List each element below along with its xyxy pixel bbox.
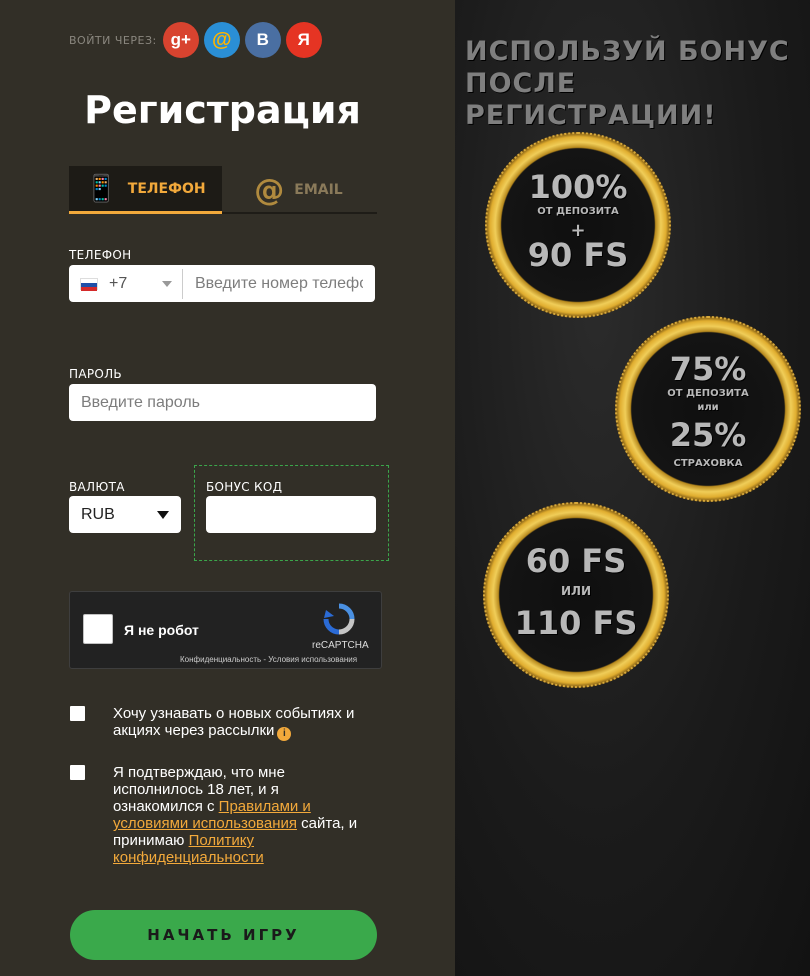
coin-2-line-1: 75% xyxy=(669,350,747,388)
currency-label: ВАЛЮТА xyxy=(69,480,125,494)
password-label: ПАРОЛЬ xyxy=(69,367,122,381)
age-confirm-checkbox[interactable] xyxy=(70,765,85,780)
recaptcha-logo-icon xyxy=(323,603,355,635)
info-icon[interactable]: i xyxy=(277,726,292,741)
bonus-coin-2: 75% ОТ ДЕПОЗИТА или 25% СТРАХОВКА xyxy=(615,316,801,502)
social-login: ВОЙТИ ЧЕРЕЗ: g+ @ В Я xyxy=(69,22,327,58)
recaptcha-brand: reCAPTCHA xyxy=(312,640,369,651)
page-title: Регистрация xyxy=(84,88,361,132)
mail-ru-icon[interactable]: @ xyxy=(203,22,240,58)
registration-tabs: 📱 ТЕЛЕФОН @ EMAIL xyxy=(69,166,377,214)
coin-2-line-3: или xyxy=(697,402,719,413)
coin-1-line-4: 90 FS xyxy=(527,236,629,274)
bonus-code-field xyxy=(206,496,376,533)
coin-2-line-4: 25% xyxy=(669,416,747,454)
coin-3-line-3: 110 FS xyxy=(514,604,638,642)
currency-select[interactable]: RUB xyxy=(69,496,181,533)
tab-email[interactable]: @ EMAIL xyxy=(222,166,375,214)
chevron-down-icon[interactable] xyxy=(162,280,172,287)
currency-value: RUB xyxy=(81,505,115,523)
newsletter-label: Хочу узнавать о новых событиях и акциях … xyxy=(113,705,355,739)
yandex-icon[interactable]: Я xyxy=(285,22,322,58)
newsletter-checkbox[interactable] xyxy=(70,706,85,721)
age-confirm-text: Я подтверждаю, что мне исполнилось 18 ле… xyxy=(113,764,363,866)
bonus-promo-panel: ИСПОЛЬЗУЙ БОНУС ПОСЛЕ РЕГИСТРАЦИИ! 100% … xyxy=(455,0,810,976)
registration-panel: ВОЙТИ ЧЕРЕЗ: g+ @ В Я Регистрация 📱 ТЕЛЕ… xyxy=(0,0,455,976)
vk-icon[interactable]: В xyxy=(244,22,281,58)
country-code[interactable]: +7 xyxy=(109,275,151,293)
password-field xyxy=(69,384,376,421)
recaptcha-links[interactable]: Конфиденциальность - Условия использован… xyxy=(180,655,357,664)
recaptcha-widget: Я не робот reCAPTCHA Конфиденциальность … xyxy=(69,591,382,669)
coin-1-line-2: ОТ ДЕПОЗИТА xyxy=(537,206,619,217)
phone-label: ТЕЛЕФОН xyxy=(69,248,132,262)
phone-field: +7 xyxy=(69,265,375,302)
start-game-button[interactable]: НАЧАТЬ ИГРУ xyxy=(70,910,377,960)
recaptcha-text: Я не робот xyxy=(124,622,199,638)
newsletter-text: Хочу узнавать о новых событиях и акциях … xyxy=(113,705,378,741)
phone-input[interactable] xyxy=(183,265,375,302)
coin-2-line-2: ОТ ДЕПОЗИТА xyxy=(667,388,749,399)
promo-title-line-2: ПОСЛЕ РЕГИСТРАЦИИ! xyxy=(465,68,717,131)
coin-3-line-2: ИЛИ xyxy=(560,584,592,598)
russia-flag-icon[interactable] xyxy=(80,277,98,291)
bonus-coin-1: 100% ОТ ДЕПОЗИТА + 90 FS xyxy=(485,132,671,318)
tab-phone[interactable]: 📱 ТЕЛЕФОН xyxy=(69,166,222,214)
caret-down-icon xyxy=(157,510,169,519)
tab-email-label: EMAIL xyxy=(294,182,343,198)
promo-title-line-1: ИСПОЛЬЗУЙ БОНУС xyxy=(465,36,790,67)
at-icon: @ xyxy=(254,172,285,208)
coin-1-line-1: 100% xyxy=(528,168,628,206)
recaptcha-checkbox[interactable] xyxy=(83,614,113,644)
bonus-code-input[interactable] xyxy=(206,496,376,533)
phone-hand-icon: 📱 xyxy=(85,173,118,204)
password-input[interactable] xyxy=(69,384,376,421)
bonus-coin-3: 60 FS ИЛИ 110 FS xyxy=(483,502,669,688)
tab-phone-label: ТЕЛЕФОН xyxy=(127,180,206,197)
bonus-code-label: БОНУС КОД xyxy=(206,480,283,494)
coin-3-line-1: 60 FS xyxy=(525,542,627,580)
google-plus-icon[interactable]: g+ xyxy=(162,22,199,58)
promo-title: ИСПОЛЬЗУЙ БОНУС ПОСЛЕ РЕГИСТРАЦИИ! xyxy=(465,36,805,132)
coin-2-line-5: СТРАХОВКА xyxy=(673,458,743,469)
social-login-label: ВОЙТИ ЧЕРЕЗ: xyxy=(69,33,157,47)
